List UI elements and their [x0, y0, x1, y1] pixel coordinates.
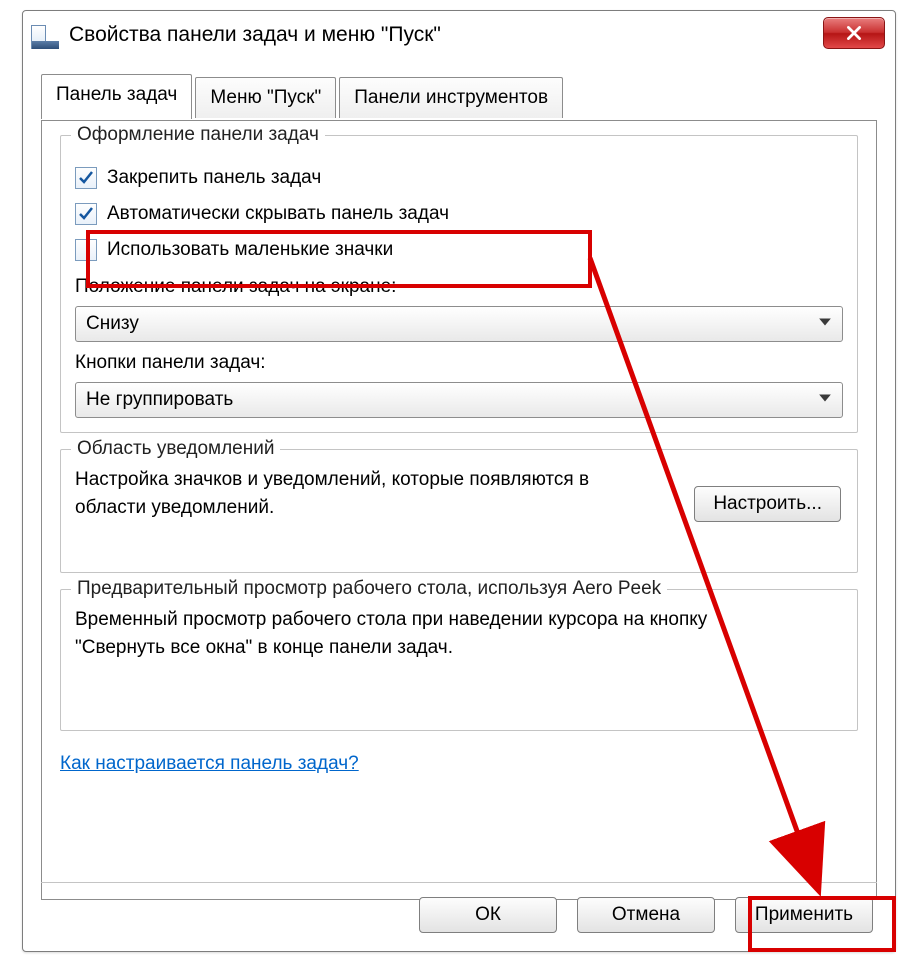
group-notify-legend: Область уведомлений [71, 438, 280, 460]
group-appearance-legend: Оформление панели задач [71, 124, 325, 146]
configure-button[interactable]: Настроить... [694, 486, 841, 522]
combo-buttons[interactable]: Не группировать [75, 382, 843, 418]
combo-position[interactable]: Снизу [75, 306, 843, 342]
label-small-icons: Использовать маленькие значки [107, 239, 393, 261]
tab-start-menu[interactable]: Меню "Пуск" [195, 77, 336, 118]
properties-dialog: Свойства панели задач и меню "Пуск" Пане… [22, 10, 896, 952]
label-lock-taskbar: Закрепить панель задач [107, 167, 321, 189]
group-notification-area: Область уведомлений Настройка значков и … [60, 449, 858, 573]
label-buttons: Кнопки панели задач: [75, 352, 843, 374]
titlebar: Свойства панели задач и меню "Пуск" [23, 11, 895, 59]
tab-toolbars[interactable]: Панели инструментов [339, 77, 563, 118]
tab-strip: Панель задач Меню "Пуск" Панели инструме… [41, 77, 877, 121]
notify-description: Настройка значков и уведомлений, которые… [75, 466, 595, 522]
dialog-button-row: ОК Отмена Применить [419, 897, 873, 933]
tab-panel: Оформление панели задач Закрепить панель… [41, 120, 877, 900]
checkbox-autohide[interactable] [75, 203, 97, 225]
label-autohide: Автоматически скрывать панель задач [107, 203, 449, 225]
help-link[interactable]: Как настраивается панель задач? [60, 753, 359, 775]
group-aero-peek: Предварительный просмотр рабочего стола,… [60, 589, 858, 731]
check-icon [78, 206, 94, 222]
group-peek-legend: Предварительный просмотр рабочего стола,… [71, 578, 667, 600]
cancel-button[interactable]: Отмена [577, 897, 715, 933]
group-appearance: Оформление панели задач Закрепить панель… [60, 135, 858, 433]
label-position: Положение панели задач на экране: [75, 276, 843, 298]
close-icon [845, 24, 863, 42]
peek-description: Временный просмотр рабочего стола при на… [75, 606, 795, 662]
separator [41, 882, 877, 883]
close-button[interactable] [823, 17, 885, 49]
ok-button[interactable]: ОК [419, 897, 557, 933]
window-title: Свойства панели задач и меню "Пуск" [69, 23, 441, 47]
chevron-down-icon [818, 313, 832, 335]
tab-taskbar[interactable]: Панель задач [41, 74, 192, 119]
combo-buttons-value: Не группировать [86, 389, 233, 411]
chevron-down-icon [818, 389, 832, 411]
combo-position-value: Снизу [86, 313, 139, 335]
apply-button[interactable]: Применить [735, 897, 873, 933]
app-icon [31, 21, 59, 49]
checkbox-small-icons[interactable] [75, 239, 97, 261]
check-icon [78, 170, 94, 186]
checkbox-lock-taskbar[interactable] [75, 167, 97, 189]
